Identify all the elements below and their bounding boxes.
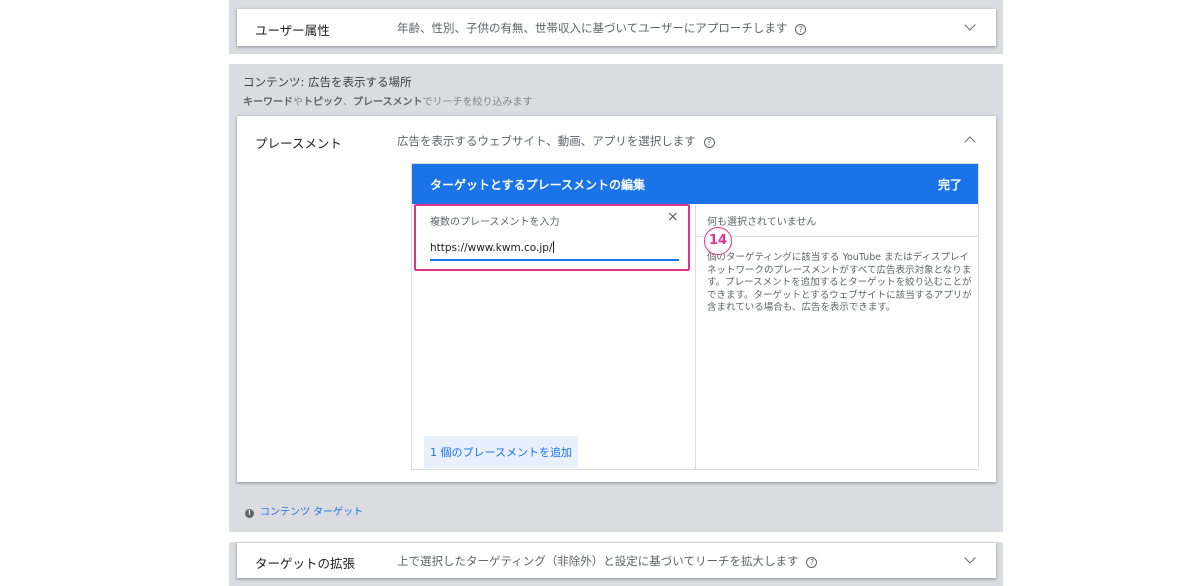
- expansion-title: ターゲットの拡張: [255, 556, 356, 571]
- add-placement-button[interactable]: 1 個のプレースメントを追加: [424, 436, 578, 468]
- content-section-header: コンテンツ: 広告を表示する場所 キーワードやトピック、プレースメントでリーチを…: [243, 74, 533, 108]
- placement-description: 広告を表示するウェブサイト、動画、アプリを選択します?: [397, 133, 715, 149]
- selected-status: 何も選択されていません: [697, 204, 978, 237]
- done-button[interactable]: 完了: [938, 176, 962, 193]
- chevron-up-icon[interactable]: [964, 136, 976, 148]
- selected-placements-pane: 何も選択されていません 個のターゲティングに該当する YouTube またはディ…: [697, 204, 978, 469]
- placement-editor: ターゲットとするプレースメントの編集 完了 複数のプレースメントを入力 × ht…: [411, 163, 979, 470]
- help-circle-icon[interactable]: ?: [703, 137, 715, 148]
- help-circle-icon[interactable]: ?: [795, 24, 807, 35]
- editor-header: ターゲットとするプレースメントの編集 完了: [412, 164, 978, 204]
- content-section-subtitle: キーワードやトピック、プレースメントでリーチを絞り込みます: [243, 97, 533, 108]
- info-icon: !: [245, 509, 254, 518]
- expansion-description: 上で選択したターゲティング（非除外）と設定に基づいてリーチを拡大します?: [397, 553, 818, 569]
- placement-card: プレースメント 広告を表示するウェブサイト、動画、アプリを選択します? ターゲッ…: [237, 116, 996, 482]
- step-number-badge: 14: [704, 227, 732, 255]
- placement-info-text: 個のターゲティングに該当する YouTube またはディスプレイ ネットワークの…: [707, 252, 972, 313]
- placement-input-pane: 複数のプレースメントを入力 × https://www.kwm.co.jp/ 1…: [412, 204, 696, 469]
- targeting-expansion-row[interactable]: ターゲットの拡張 上で選択したターゲティング（非除外）と設定に基づいてリーチを拡…: [237, 543, 996, 578]
- placement-title: プレースメント: [255, 136, 342, 151]
- content-section-title: コンテンツ: 広告を表示する場所: [243, 75, 412, 89]
- chevron-down-icon[interactable]: [964, 552, 976, 564]
- demographics-title: ユーザー属性: [255, 23, 330, 38]
- demographics-description: 年齢、性別、子供の有無、世帯収入に基づいてユーザーにアプローチします?: [397, 20, 807, 36]
- chevron-down-icon[interactable]: [964, 19, 976, 31]
- help-circle-icon[interactable]: ?: [806, 557, 818, 568]
- content-target-link[interactable]: ! コンテンツ ターゲット: [245, 503, 363, 518]
- annotation-highlight-box: [414, 204, 690, 271]
- demographics-row[interactable]: ユーザー属性 年齢、性別、子供の有無、世帯収入に基づいてユーザーにアプローチしま…: [237, 9, 996, 46]
- editor-title: ターゲットとするプレースメントの編集: [430, 178, 646, 192]
